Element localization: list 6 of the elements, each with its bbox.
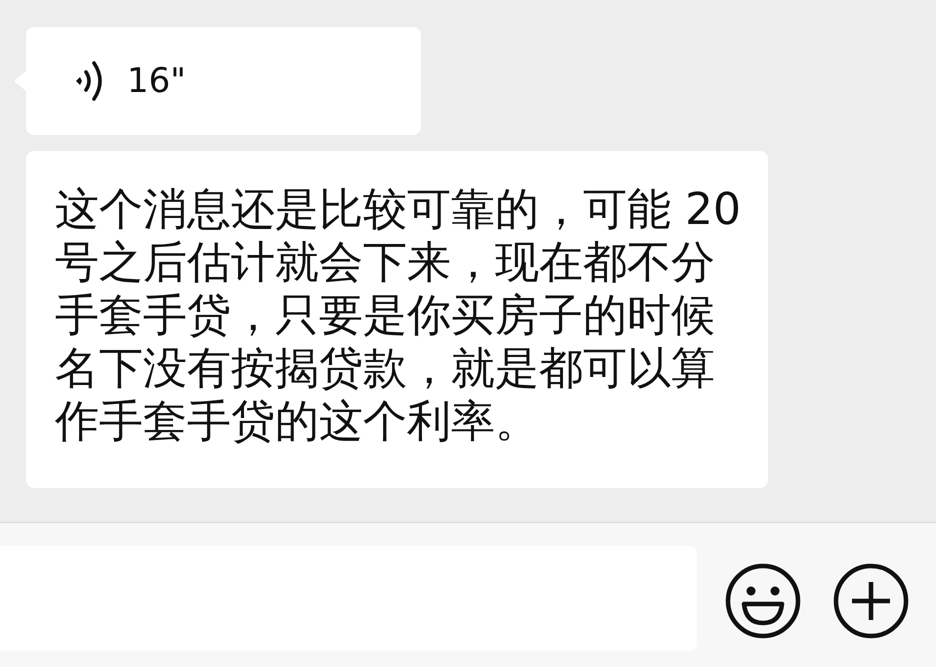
smiley-icon[interactable]: [725, 563, 801, 639]
plus-icon[interactable]: [833, 563, 909, 639]
voice-message-bubble[interactable]: 16": [26, 27, 421, 135]
sound-waves-icon: [75, 60, 105, 102]
voice-duration: 16": [127, 61, 186, 101]
message-text: 这个消息还是比较可靠的，可能 20号之后估计就会下来，现在都不分手套手贷，只要是你买房子的时候名下没有按揭贷款，就是都可以算作手套手贷的这个利率。: [55, 183, 742, 448]
